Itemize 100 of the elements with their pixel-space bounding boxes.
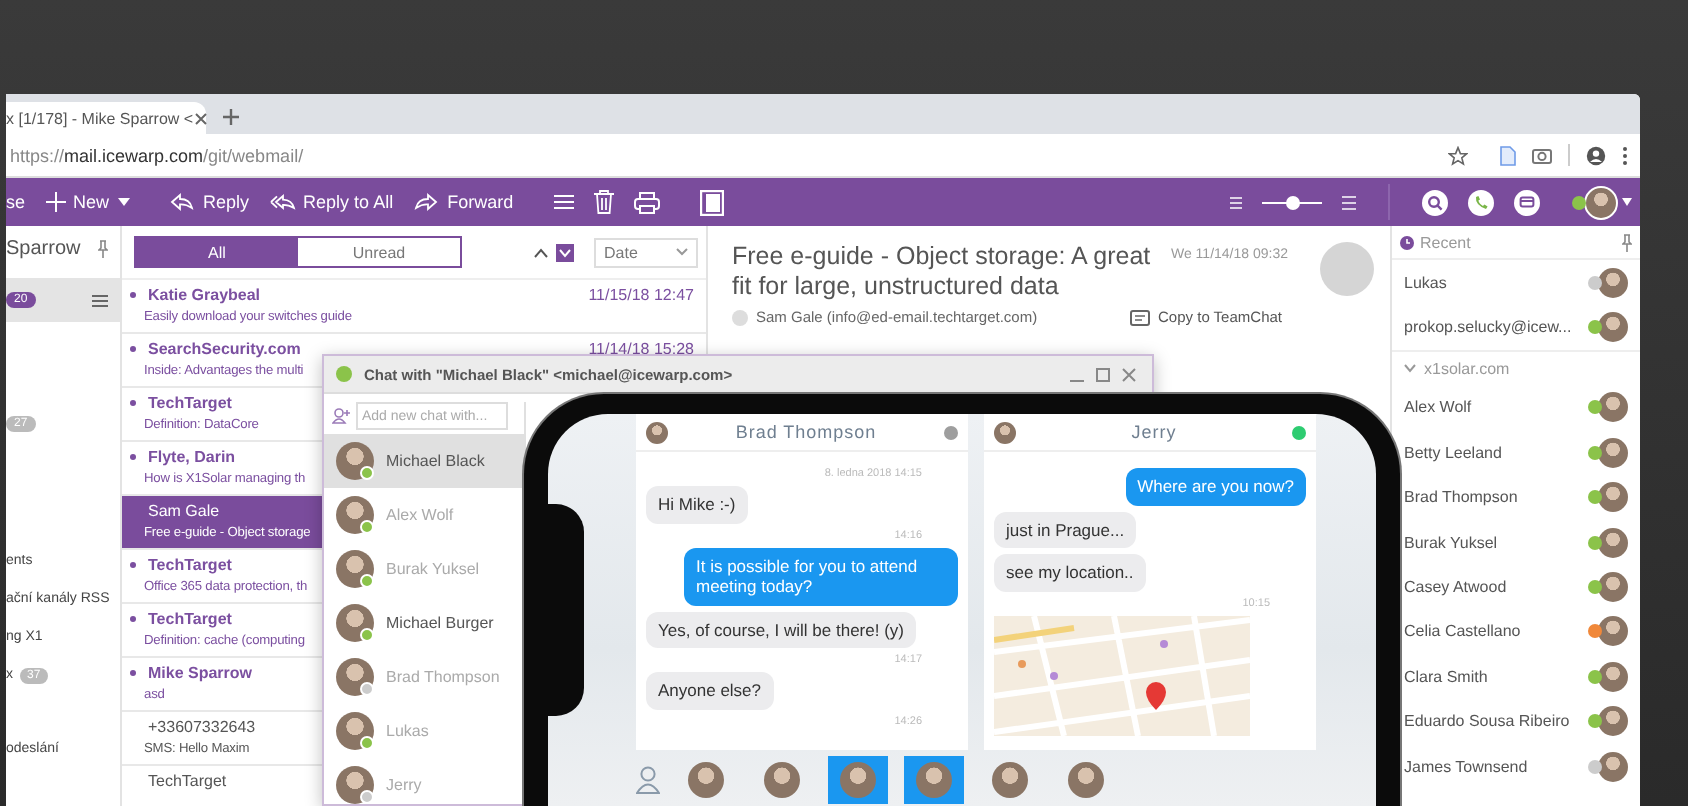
trash-icon[interactable] [593,190,614,214]
contact-name: Brad Thompson [386,668,500,686]
sender-name: SearchSecurity.com [146,340,301,358]
unread-dot [130,616,136,622]
unread-dot [130,454,136,460]
avatar [840,762,876,799]
contact-row[interactable]: Lukas [1392,260,1640,305]
contact-row[interactable]: Alex Wolf [1392,385,1640,431]
contact-row[interactable]: prokop.selucky@icew... [1392,304,1640,350]
menu-icon[interactable] [92,293,108,307]
camera-icon[interactable] [1532,146,1552,164]
avatar [1598,392,1628,423]
avatar [1598,312,1628,343]
panel-icon[interactable] [699,189,724,215]
contact-name: Jerry [386,776,422,794]
pin-icon[interactable] [1622,233,1632,251]
dock-item[interactable] [828,756,888,805]
sort-up-icon[interactable] [534,247,548,257]
close-icon[interactable] [1122,367,1136,381]
chat-icon [1130,309,1151,325]
recent-icon [1400,235,1414,249]
reply-arrow-icon [169,192,196,212]
slider-thumb[interactable] [1285,195,1299,209]
contact-row[interactable]: Eduardo Sousa Ribeiro [1392,699,1640,744]
person-icon[interactable] [636,766,660,795]
sender-avatar [1320,242,1374,296]
printer-icon[interactable] [633,191,660,213]
avatar [336,442,374,480]
account-name: Sparrow [6,237,81,259]
contact-row[interactable]: Celia Castellano [1392,609,1640,655]
filter-tab[interactable]: All [136,238,298,266]
new-button[interactable]: New [45,192,130,212]
contact-name: Clara Smith [1404,667,1488,686]
reply-all-button[interactable]: Reply to All [269,192,394,212]
avatar [336,550,374,588]
address-url[interactable]: https://mail.icewarp.com/git/webmail/ [10,145,1432,165]
browser-tab[interactable]: x [1/178] - Mike Sparrow < [6,102,206,134]
reply-button[interactable]: Reply [169,192,250,212]
maximize-icon[interactable] [1096,367,1110,381]
pin-icon[interactable] [98,239,108,257]
forward-button[interactable]: Forward [413,192,514,212]
contact-name: Alex Wolf [386,506,454,524]
unread-dot [130,562,136,568]
avatar [1598,616,1628,647]
contact-name: Eduardo Sousa Ribeiro [1404,712,1570,731]
chevron-icon[interactable] [1404,363,1416,374]
chat-contact[interactable]: Michael Burger [324,596,524,650]
document-icon[interactable] [1500,145,1516,165]
sender-avatar [732,309,748,325]
chat-partner-name: Brad Thompson [733,422,879,442]
search-icon[interactable] [1422,189,1448,215]
list-dense-icon [1230,195,1242,209]
star-icon[interactable] [1448,145,1468,165]
sort-dropdown[interactable]: Date [594,237,698,267]
caret-icon[interactable] [1622,198,1632,206]
message-bubble: see my location.. [994,554,1146,591]
contact-row[interactable]: Burak Yuksel [1392,519,1640,565]
more-icon[interactable] [1622,145,1628,165]
contact-row[interactable]: James Townsend [1392,743,1640,789]
sender-name: TechTarget [146,394,232,412]
unread-dot [130,400,136,406]
chat-contact[interactable]: Michael Black [324,434,524,488]
toolbar-label: se [6,192,26,212]
close-icon[interactable] [193,111,208,125]
contact-name: Betty Leeland [1404,443,1502,462]
account-icon[interactable] [1586,145,1606,165]
contact-row[interactable]: Betty Leeland [1392,430,1640,476]
avatar [1598,267,1628,298]
add-person-icon [332,408,350,424]
contact-name: Michael Black [386,452,485,470]
sender-name: Katie Graybeal [146,286,261,304]
avatar [1598,706,1628,737]
avatar [994,421,1016,443]
contact-name: Burak Yuksel [386,560,480,578]
dock-item[interactable] [904,756,964,805]
avatar [336,766,374,804]
avatar [1068,762,1104,799]
status-dot [336,366,352,382]
avatar [992,762,1028,799]
contact-name: Celia Castellano [1404,622,1521,641]
contact-row[interactable]: Casey Atwood [1392,564,1640,610]
contact-name: Burak Yuksel [1404,533,1498,552]
sender-name: +33607332643 [146,718,256,736]
phone-icon[interactable] [1468,189,1494,215]
sort-down-icon[interactable] [556,243,574,261]
contact-name: Michael Burger [386,614,494,632]
email-subject: Free e-guide - Object storage: A great fit for large, unstructured data [732,242,1153,302]
unread-dot [130,346,136,352]
sender-name: Mike Sparrow [146,664,253,682]
avatar [1598,437,1628,468]
contact-row[interactable]: Clara Smith [1392,654,1640,700]
contact-name: Brad Thompson [1404,488,1518,507]
unread-dot [130,670,136,676]
sender-name: TechTarget [146,772,227,790]
sender-name: TechTarget [146,556,232,574]
avatar [646,421,668,443]
contact-row[interactable]: Brad Thompson [1392,475,1640,520]
chat-icon[interactable] [1514,189,1540,215]
new-tab-icon[interactable] [222,108,240,126]
contact-name: Lukas [1404,273,1447,292]
